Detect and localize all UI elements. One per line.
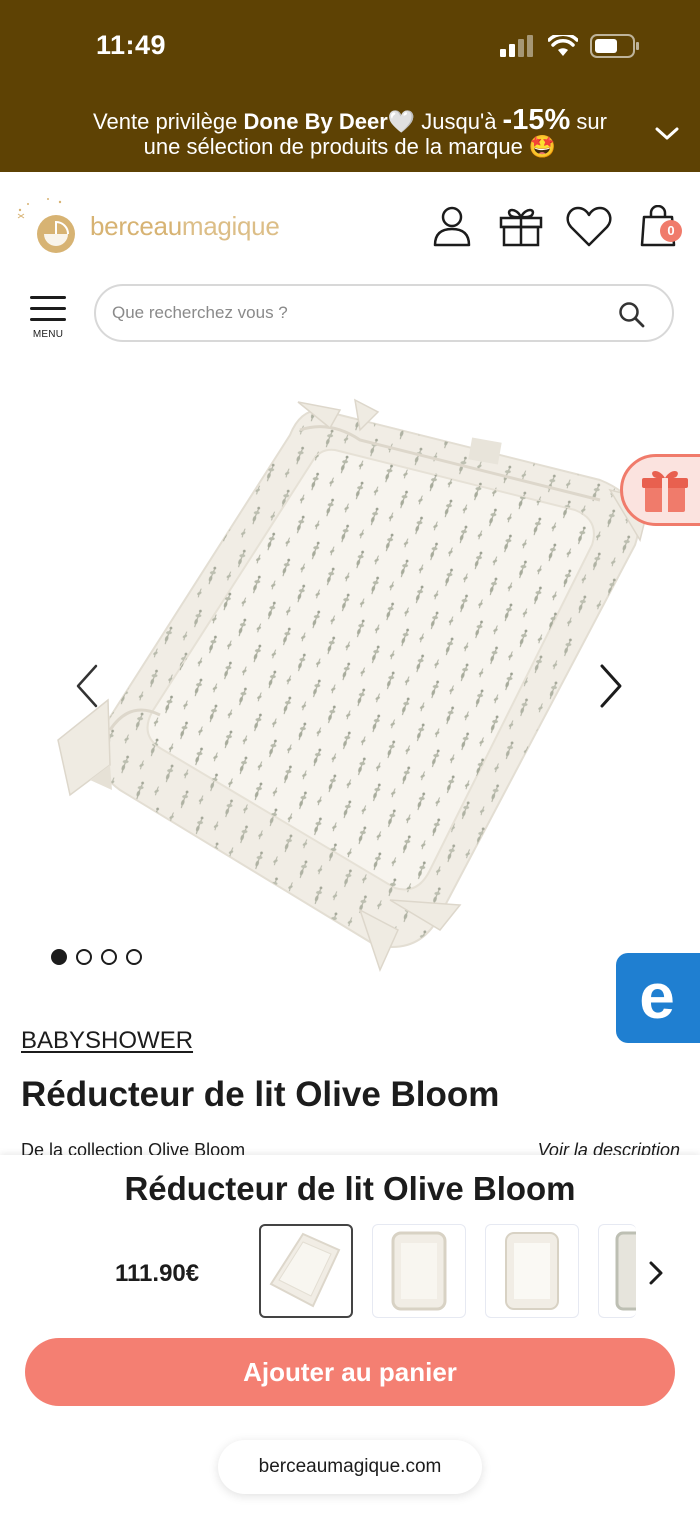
gallery-dot[interactable] bbox=[126, 949, 142, 965]
menu-bar bbox=[30, 307, 66, 310]
add-to-cart-button[interactable]: Ajouter au panier bbox=[25, 1338, 675, 1406]
status-icons bbox=[500, 34, 640, 58]
variant-image bbox=[505, 1232, 559, 1310]
variant-image bbox=[269, 1232, 341, 1308]
promo-discount: -15% bbox=[502, 104, 571, 136]
product-gallery[interactable] bbox=[0, 370, 700, 990]
logo-text: berceaumagique bbox=[90, 211, 280, 242]
logo-cradle-icon bbox=[17, 198, 75, 253]
signal-icon bbox=[500, 35, 533, 57]
cart-count-badge: 0 bbox=[660, 220, 682, 242]
promo-text[interactable]: Vente privilège Done By Deer🤍 Jusqu'à -1… bbox=[0, 106, 700, 160]
promo-prefix: Vente privilège bbox=[93, 109, 244, 134]
promo-mid: Jusqu'à bbox=[415, 109, 503, 134]
search-input[interactable] bbox=[112, 298, 592, 328]
promo-header: 11:49 Vente privilège Done By Deer🤍 Jusq… bbox=[0, 0, 700, 172]
chevron-right-icon[interactable] bbox=[646, 1260, 666, 1286]
heart-icon[interactable] bbox=[565, 205, 613, 247]
variant-image bbox=[391, 1231, 447, 1311]
gallery-dots[interactable] bbox=[51, 949, 142, 965]
chevron-left-icon[interactable] bbox=[72, 662, 100, 710]
site-logo[interactable]: berceaumagique bbox=[14, 196, 280, 256]
variant-thumbnail[interactable] bbox=[372, 1224, 466, 1318]
e-chat-widget[interactable]: e bbox=[616, 953, 700, 1043]
promo-line2: une sélection de produits de la marque 🤩 bbox=[143, 134, 557, 159]
product-title: Réducteur de lit Olive Bloom bbox=[21, 1075, 500, 1114]
floating-gift-button[interactable] bbox=[620, 454, 700, 526]
variant-thumbnail[interactable] bbox=[259, 1224, 353, 1318]
logo-light: magique bbox=[181, 210, 280, 241]
search-icon[interactable] bbox=[618, 301, 646, 329]
variant-thumbnail[interactable] bbox=[485, 1224, 579, 1318]
menu-bar bbox=[30, 318, 66, 321]
sticky-product-title: Réducteur de lit Olive Bloom bbox=[124, 1170, 576, 1207]
product-brand-link[interactable]: BABYSHOWER bbox=[21, 1027, 193, 1055]
promo-brand: Done By Deer bbox=[243, 109, 388, 134]
menu-label: MENU bbox=[32, 329, 64, 340]
menu-bar bbox=[30, 296, 66, 299]
menu-button[interactable]: MENU bbox=[28, 296, 68, 340]
logo-bold: berceau bbox=[90, 210, 182, 241]
wifi-icon bbox=[548, 35, 578, 56]
promo-heart: 🤍 bbox=[387, 109, 416, 134]
gallery-dot[interactable] bbox=[101, 949, 117, 965]
chevron-right-icon[interactable] bbox=[598, 662, 626, 710]
product-price: 111.90€ bbox=[115, 1260, 200, 1287]
gallery-dot[interactable] bbox=[51, 949, 67, 965]
search-bar[interactable] bbox=[94, 284, 674, 342]
account-icon[interactable] bbox=[432, 205, 472, 247]
gift-icon[interactable] bbox=[498, 205, 544, 247]
gift-icon bbox=[642, 471, 688, 512]
chevron-down-icon[interactable] bbox=[654, 124, 680, 144]
browser-url-bar[interactable]: berceaumagique.com bbox=[218, 1440, 482, 1494]
gallery-dot[interactable] bbox=[76, 949, 92, 965]
variant-thumbnail[interactable] bbox=[598, 1224, 636, 1318]
battery-icon bbox=[590, 34, 639, 58]
promo-suffix: sur bbox=[570, 109, 607, 134]
product-image bbox=[57, 398, 651, 973]
status-time: 11:49 bbox=[96, 30, 167, 60]
variant-image bbox=[615, 1231, 636, 1311]
